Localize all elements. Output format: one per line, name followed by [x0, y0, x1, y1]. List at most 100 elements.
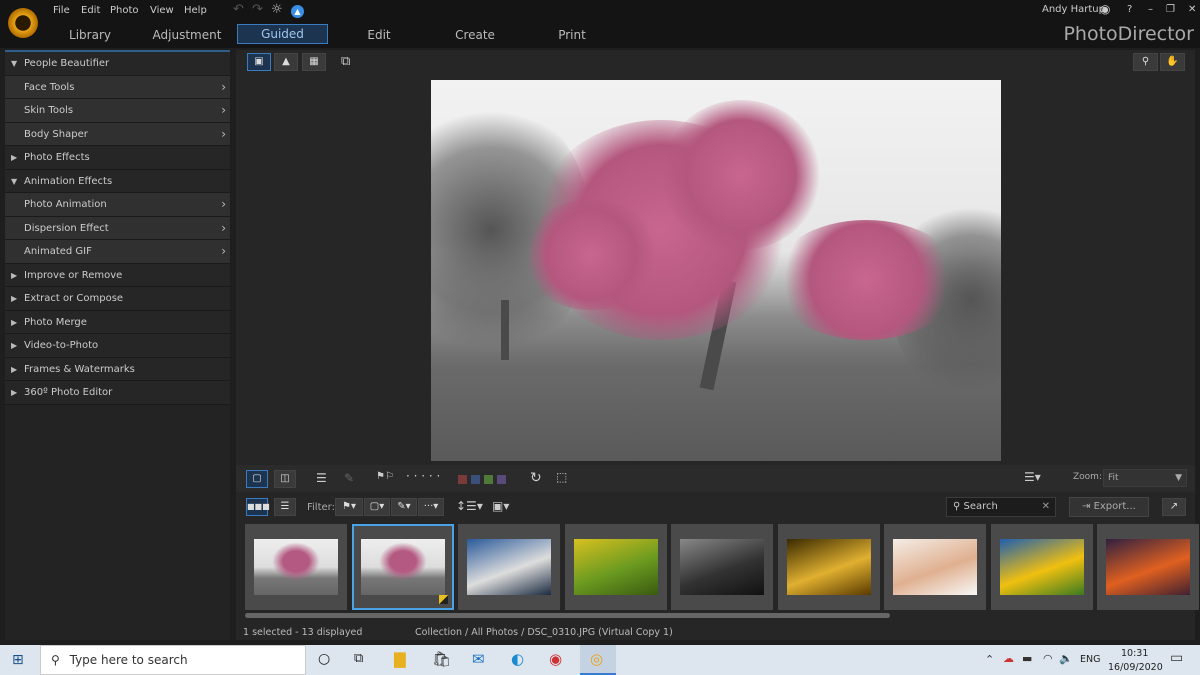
undo-icon[interactable]: ↶ — [233, 2, 244, 17]
task-view-icon[interactable]: ⧉ — [354, 651, 363, 666]
tab-library[interactable]: Library — [60, 26, 120, 44]
menu-photo[interactable]: Photo — [110, 5, 139, 16]
sidebar-item-photo-effects[interactable]: ▶ Photo Effects — [5, 146, 230, 170]
view-filmstrip-button[interactable]: ▣ — [247, 53, 271, 71]
rotate-icon[interactable]: ↻ — [530, 470, 542, 486]
brand-title: PhotoDirector — [1063, 23, 1194, 45]
sidebar-item-animated-gif[interactable]: Animated GIF › — [5, 240, 230, 264]
zoom-tool-icon[interactable]: ⚲ — [1133, 53, 1158, 71]
notification-bell-icon[interactable]: ▲ — [291, 5, 304, 18]
redo-icon[interactable]: ↷ — [252, 2, 263, 17]
tray-overflow-icon[interactable]: ⌃ — [985, 653, 994, 666]
crop-icon[interactable]: ⬚ — [556, 470, 567, 484]
sidebar-item-360-photo-editor[interactable]: ▶ 360º Photo Editor — [5, 381, 230, 405]
sidebar-item-label: Photo Merge — [24, 316, 87, 328]
sidebar-item-people-beautifier[interactable]: ▼ People Beautifier — [5, 52, 230, 76]
popout-icon[interactable]: ↗ — [1162, 498, 1186, 516]
clear-search-icon[interactable]: ✕ — [1042, 498, 1050, 516]
flag-icon[interactable]: ⚑⚐ — [376, 471, 394, 482]
filmstrip-scrollbar[interactable] — [245, 613, 890, 618]
help-icon[interactable]: ? — [1127, 4, 1132, 15]
menu-view[interactable]: View — [150, 5, 174, 16]
sidebar-item-photo-animation[interactable]: Photo Animation › — [5, 193, 230, 217]
sidebar-item-frames-watermarks[interactable]: ▶ Frames & Watermarks — [5, 357, 230, 381]
taskbar-search-input[interactable]: ⚲ Type here to search — [40, 645, 306, 675]
rotate-list-icon[interactable]: ☰ — [316, 471, 327, 485]
windows-start-icon[interactable]: ⊞ — [12, 652, 24, 668]
single-view-icon[interactable]: ▢ — [246, 470, 268, 488]
color-label-swatch[interactable] — [484, 475, 493, 484]
color-label-swatch[interactable] — [458, 475, 467, 484]
user-account-icon[interactable]: ◉ — [1100, 2, 1110, 16]
cortana-icon[interactable]: ○ — [318, 651, 330, 667]
view-grid-button[interactable]: ▦ — [302, 53, 326, 71]
sidebar-item-video-to-photo[interactable]: ▶ Video-to-Photo — [5, 334, 230, 358]
edit-pen-icon[interactable]: ✎ — [344, 471, 354, 485]
menu-file[interactable]: File — [53, 5, 70, 16]
restore-icon[interactable]: ❐ — [1166, 4, 1175, 15]
filmstrip-thumbnail[interactable] — [458, 524, 560, 610]
sidebar-item-improve-or-remove[interactable]: ▶ Improve or Remove — [5, 263, 230, 287]
sidebar-item-animation-effects[interactable]: ▼ Animation Effects — [5, 169, 230, 193]
view-single-button[interactable]: ▲ — [274, 53, 298, 71]
settings-icon[interactable]: ☼ — [271, 2, 283, 17]
filmstrip-thumbnail[interactable] — [564, 524, 667, 610]
compare-icon[interactable]: ⧉ — [341, 54, 350, 69]
tab-print[interactable]: Print — [550, 26, 594, 44]
tab-create[interactable]: Create — [450, 26, 500, 44]
menu-edit[interactable]: Edit — [81, 5, 100, 16]
minimize-icon[interactable]: – — [1148, 4, 1153, 15]
sidebar-item-face-tools[interactable]: Face Tools › — [5, 75, 230, 99]
color-label-swatch[interactable] — [471, 475, 480, 484]
sort-order-icon[interactable]: ↕☰▾ — [456, 499, 483, 513]
list-view-icon[interactable]: ☰ — [274, 498, 296, 516]
chrome-icon[interactable]: ◉ — [549, 650, 562, 668]
volume-icon[interactable]: 🔈 — [1059, 652, 1073, 665]
color-label-swatch[interactable] — [497, 475, 506, 484]
filmstrip-thumbnail[interactable] — [1097, 524, 1199, 610]
filter-rating-dropdown[interactable]: ···▾ — [418, 498, 444, 516]
filmstrip-thumbnail[interactable] — [245, 524, 347, 610]
onedrive-icon[interactable]: ☁ — [1003, 652, 1014, 665]
filter-frame-dropdown[interactable]: ▢▾ — [364, 498, 390, 516]
sidebar-item-body-shaper[interactable]: Body Shaper › — [5, 122, 230, 146]
stack-icon[interactable]: ▣▾ — [492, 499, 509, 513]
hand-tool-icon[interactable]: ✋ — [1160, 53, 1185, 71]
filmstrip-thumbnail[interactable] — [884, 524, 986, 610]
filter-flag-dropdown[interactable]: ⚑▾ — [335, 498, 363, 516]
filter-edit-dropdown[interactable]: ✎▾ — [391, 498, 417, 516]
filmstrip-thumbnail[interactable] — [777, 524, 880, 610]
file-explorer-icon[interactable]: ▇ — [394, 650, 406, 668]
sidebar-item-label: People Beautifier — [24, 58, 110, 69]
action-center-icon[interactable]: ▭ — [1170, 650, 1183, 666]
sidebar-item-dispersion-effect[interactable]: Dispersion Effect › — [5, 216, 230, 240]
selection-status: 1 selected - 13 displayed — [243, 627, 363, 638]
language-indicator[interactable]: ENG — [1080, 654, 1100, 665]
edge-icon[interactable]: ◐ — [511, 650, 524, 668]
mail-icon[interactable]: ✉ — [472, 650, 485, 668]
filmstrip-thumbnail[interactable] — [671, 524, 773, 610]
sidebar-item-extract-or-compose[interactable]: ▶ Extract or Compose — [5, 287, 230, 311]
zoom-select[interactable]: Fit ▼ — [1103, 469, 1187, 487]
tab-guided[interactable]: Guided — [237, 24, 328, 44]
menu-help[interactable]: Help — [184, 5, 207, 16]
tab-adjustment[interactable]: Adjustment — [150, 26, 224, 44]
wifi-icon[interactable]: ◠ — [1043, 652, 1053, 665]
search-input[interactable]: ⚲ Search ✕ — [946, 497, 1056, 517]
split-view-icon[interactable]: ◫ — [274, 470, 296, 488]
battery-icon[interactable]: ▬ — [1022, 652, 1032, 665]
clock-time[interactable]: 10:31 — [1121, 648, 1148, 659]
tab-edit[interactable]: Edit — [355, 26, 403, 44]
filmstrip-view-icon[interactable]: ■■■ — [246, 498, 270, 516]
sidebar-item-skin-tools[interactable]: Skin Tools › — [5, 99, 230, 123]
close-icon[interactable]: ✕ — [1188, 4, 1196, 15]
photodirector-taskbar-button[interactable]: ◎ — [580, 645, 616, 675]
store-icon[interactable]: 🛍 — [432, 650, 451, 668]
filmstrip-thumbnail[interactable] — [990, 524, 1093, 610]
clock-date[interactable]: 16/09/2020 — [1108, 662, 1163, 673]
filmstrip-thumbnail[interactable] — [351, 524, 454, 610]
rating-dots[interactable]: · · · · · — [406, 469, 440, 483]
sidebar-item-photo-merge[interactable]: ▶ Photo Merge — [5, 310, 230, 334]
export-button[interactable]: ⇥ Export... — [1069, 497, 1149, 517]
sort-icon[interactable]: ☰▾ — [1024, 470, 1041, 484]
